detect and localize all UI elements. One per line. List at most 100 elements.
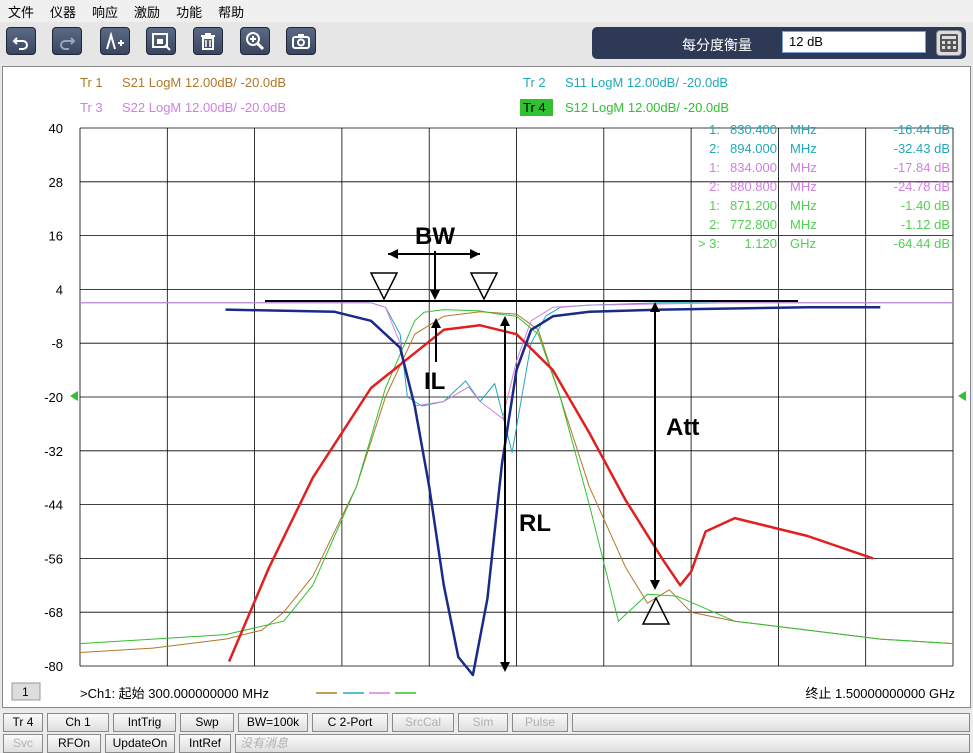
y-tick-label: -32 — [44, 444, 63, 459]
delete-button[interactable] — [193, 27, 223, 55]
undo-button[interactable] — [6, 27, 36, 55]
channel-number: 1 — [22, 685, 29, 699]
status-channel[interactable]: Ch 1 — [47, 713, 109, 732]
il-label: IL — [424, 368, 445, 395]
marker-unit: MHz — [790, 217, 817, 232]
add-marker-button[interactable] — [100, 27, 130, 55]
marker-frequency: 834.000 — [730, 160, 777, 175]
annotations: BW IL Att RL — [70, 223, 966, 672]
marker-frequency: 880.800 — [730, 179, 777, 194]
scale-input[interactable]: 12 dB — [782, 31, 926, 53]
status-srccal[interactable]: SrcCal — [392, 713, 454, 732]
menu-stimulus[interactable]: 激励 — [126, 2, 168, 21]
undo-icon — [12, 37, 28, 50]
marker-id: 1: — [709, 122, 720, 137]
y-tick-label: 28 — [49, 175, 63, 190]
bw-label: BW — [415, 223, 455, 250]
trash-icon — [201, 33, 215, 50]
menu-file[interactable]: 文件 — [0, 2, 42, 21]
y-tick-label: 4 — [56, 282, 63, 297]
marker-value: -32.43 dB — [894, 141, 950, 156]
status-bandwidth[interactable]: BW=100k — [238, 713, 308, 732]
status-trace[interactable]: Tr 4 — [3, 713, 43, 732]
menu-instrument[interactable]: 仪器 — [42, 2, 84, 21]
bw-left-marker-icon — [369, 272, 399, 301]
toolbar: 每分度衡量 12 dB — [0, 22, 973, 64]
trace-4-desc[interactable]: S12 LogM 12.00dB/ -20.0dB — [565, 100, 729, 115]
y-tick-label: 16 — [49, 229, 63, 244]
status-svc[interactable]: Svc — [3, 734, 43, 753]
bw-arrow-right-head — [470, 249, 480, 259]
bw-center-arrow-head — [430, 290, 440, 300]
marker-unit: MHz — [790, 160, 817, 175]
trace-2-desc[interactable]: S11 LogM 12.00dB/ -20.0dB — [565, 75, 728, 90]
status-pulse[interactable]: Pulse — [512, 713, 568, 732]
marker-unit: MHz — [790, 198, 817, 213]
marker-unit: GHz — [790, 236, 816, 251]
redo-icon — [60, 37, 76, 50]
marker-frequency: 1.120 — [744, 236, 777, 251]
zoom-button[interactable] — [240, 27, 270, 55]
y-tick-label: -80 — [44, 659, 63, 674]
att-arrow-bottom-head — [650, 580, 660, 590]
status-sim[interactable]: Sim — [458, 713, 508, 732]
marker-value: -24.78 dB — [894, 179, 950, 194]
att-label: Att — [666, 414, 699, 441]
trace-1-label[interactable]: Tr 1 — [80, 75, 103, 90]
add-marker-icon — [106, 31, 124, 50]
measurement-plot[interactable]: 40 28 16 4 -8 -20 -32 -44 -56 -68 -80 Tr 1 S21 Log… — [0, 66, 973, 710]
marker-id: 2: — [709, 179, 720, 194]
reference-arrow-left-icon[interactable] — [70, 391, 78, 401]
y-tick-label: -68 — [44, 605, 63, 620]
trace-1-desc[interactable]: S21 LogM 12.00dB/ -20.0dB — [122, 75, 286, 90]
marker-value: -17.84 dB — [894, 160, 950, 175]
marker-unit: MHz — [790, 141, 817, 156]
status-empty — [572, 713, 970, 732]
status-update[interactable]: UpdateOn — [105, 734, 175, 753]
camera-button[interactable] — [286, 27, 316, 55]
marker-id: > 3: — [698, 236, 720, 251]
y-tick-label: -8 — [51, 336, 63, 351]
trace-3-label[interactable]: Tr 3 — [80, 100, 103, 115]
keypad-icon — [940, 34, 958, 52]
menu-function[interactable]: 功能 — [168, 2, 210, 21]
marker-value: -16.44 dB — [894, 122, 950, 137]
marker-id: 2: — [709, 141, 720, 156]
zoom-icon — [246, 32, 265, 51]
trace-3-desc[interactable]: S22 LogM 12.00dB/ -20.0dB — [122, 100, 286, 115]
marker-id: 1: — [709, 160, 720, 175]
menu-response[interactable]: 响应 — [84, 2, 126, 21]
trace-red-curve — [227, 324, 874, 662]
status-rfon[interactable]: RFOn — [47, 734, 101, 753]
status-sweep[interactable]: Swp — [180, 713, 234, 732]
marker-id: 2: — [709, 217, 720, 232]
rl-arrow-top-head — [500, 316, 510, 326]
scale-panel: 每分度衡量 12 dB — [592, 27, 966, 59]
marker-frequency: 894.000 — [730, 141, 777, 156]
trace-2-label[interactable]: Tr 2 — [523, 75, 546, 90]
marker-value: -1.40 dB — [901, 198, 950, 213]
menu-help[interactable]: 帮助 — [210, 2, 252, 21]
marker-value: -64.44 dB — [894, 236, 950, 251]
marker-frequency: 871.200 — [730, 198, 777, 213]
stop-frequency[interactable]: 终止 1.50000000000 GHz — [805, 686, 955, 701]
redo-button[interactable] — [52, 27, 82, 55]
rl-label: RL — [519, 510, 551, 537]
rl-arrow-bottom-head — [500, 662, 510, 672]
camera-icon — [292, 34, 310, 49]
marker-frequency: 830.400 — [730, 122, 777, 137]
start-frequency[interactable]: >Ch1: 起始 300.000000000 MHz — [80, 686, 269, 701]
keypad-button[interactable] — [936, 30, 962, 56]
trace-4-label[interactable]: Tr 4 — [523, 100, 546, 115]
y-tick-label: -56 — [44, 551, 63, 566]
screen-capture-button[interactable] — [146, 27, 176, 55]
marker-table: 1: 830.400 MHz -16.44 dB 2: 894.000 MHz -32.43 … — [698, 122, 950, 251]
marker-unit: MHz — [790, 179, 817, 194]
status-trigger[interactable]: IntTrig — [113, 713, 176, 732]
marker-value: -1.12 dB — [901, 217, 950, 232]
scale-label: 每分度衡量 — [682, 37, 752, 53]
bw-right-marker-icon — [469, 272, 499, 301]
status-calibration[interactable]: C 2-Port — [312, 713, 388, 732]
reference-arrow-right-icon[interactable] — [958, 391, 966, 401]
status-intref[interactable]: IntRef — [179, 734, 231, 753]
